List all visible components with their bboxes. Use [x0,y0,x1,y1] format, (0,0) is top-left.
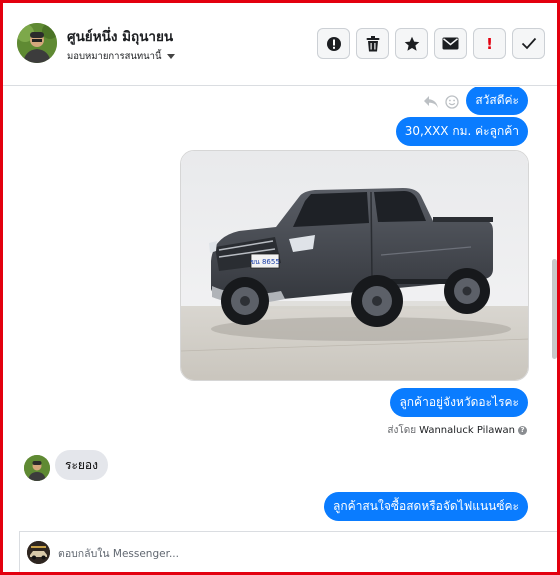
envelope-icon [442,37,459,50]
alert-circle-icon [326,36,342,52]
thread-scrollbar[interactable] [552,259,557,359]
truck-photo[interactable]: ขน 8655 [180,150,529,381]
contact-name: ศูนย์หนึ่ง มิถุนายน [67,29,174,45]
reply-bar [19,531,557,572]
sent-by-name[interactable]: Wannaluck Pilawan [419,425,515,436]
contact-avatar[interactable] [17,23,57,63]
message-tools [423,94,459,113]
sent-by-prefix: ส่งโดย [387,425,417,436]
checkmark-icon [521,37,537,50]
license-plate-text: ขน 8655 [250,258,280,266]
customer-avatar [24,455,50,481]
outgoing-message[interactable]: ลูกค้าสนใจซื้อสดหรือจัดไฟแนนซ์คะ [324,492,528,521]
mark-spam-button[interactable] [317,28,350,59]
mark-done-button[interactable] [512,28,545,59]
sent-by-line: ส่งโดย Wannaluck Pilawan ? [387,423,527,438]
caret-down-icon [166,54,175,59]
assign-conversation-dropdown[interactable]: มอบหมายการสนทนานี้ [67,49,175,64]
delete-button[interactable] [356,28,389,59]
conversation-header: ศูนย์หนึ่ง มิถุนายน มอบหมายการสนทนานี้ ! [3,3,557,86]
assign-label: มอบหมายการสนทนานี้ [67,51,162,62]
header-actions: ! [317,28,545,59]
emoji-icon[interactable] [445,94,459,113]
info-icon[interactable]: ? [518,426,527,435]
exclamation-icon: ! [486,34,493,53]
trash-icon [366,35,380,52]
message-thread[interactable]: สวัสดีค่ะ 30,XXX กม. ค่ะลูกค้า ขน 8655 ล… [3,87,557,529]
messenger-window: ศูนย์หนึ่ง มิถุนายน มอบหมายการสนทนานี้ !… [0,0,560,575]
flag-button[interactable]: ! [473,28,506,59]
mark-unread-button[interactable] [434,28,467,59]
incoming-message[interactable]: ระยอง [55,450,108,480]
star-icon [404,36,420,52]
outgoing-message[interactable]: ลูกค้าอยู่จังหวัดอะไรคะ [390,388,528,417]
reply-input[interactable] [58,544,538,564]
page-avatar [27,541,50,564]
outgoing-message[interactable]: สวัสดีค่ะ [466,87,528,115]
outgoing-message[interactable]: 30,XXX กม. ค่ะลูกค้า [395,117,528,146]
star-button[interactable] [395,28,428,59]
reply-icon[interactable] [423,94,439,113]
